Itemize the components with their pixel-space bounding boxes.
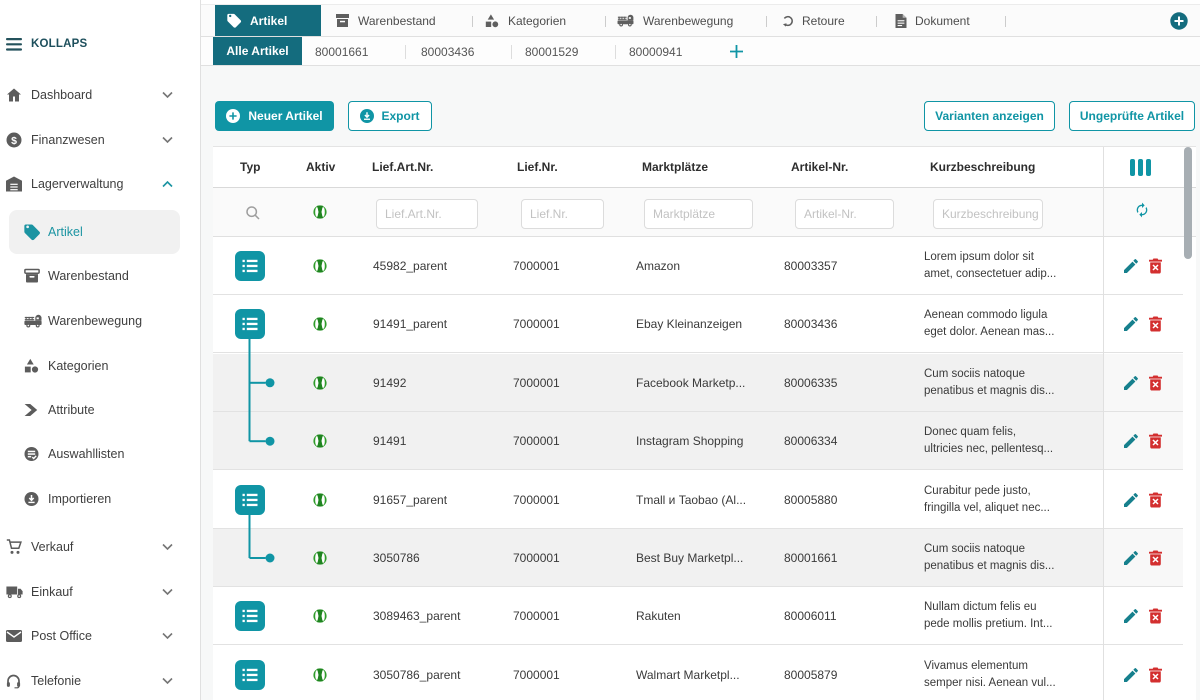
- svg-text:$: $: [11, 135, 17, 147]
